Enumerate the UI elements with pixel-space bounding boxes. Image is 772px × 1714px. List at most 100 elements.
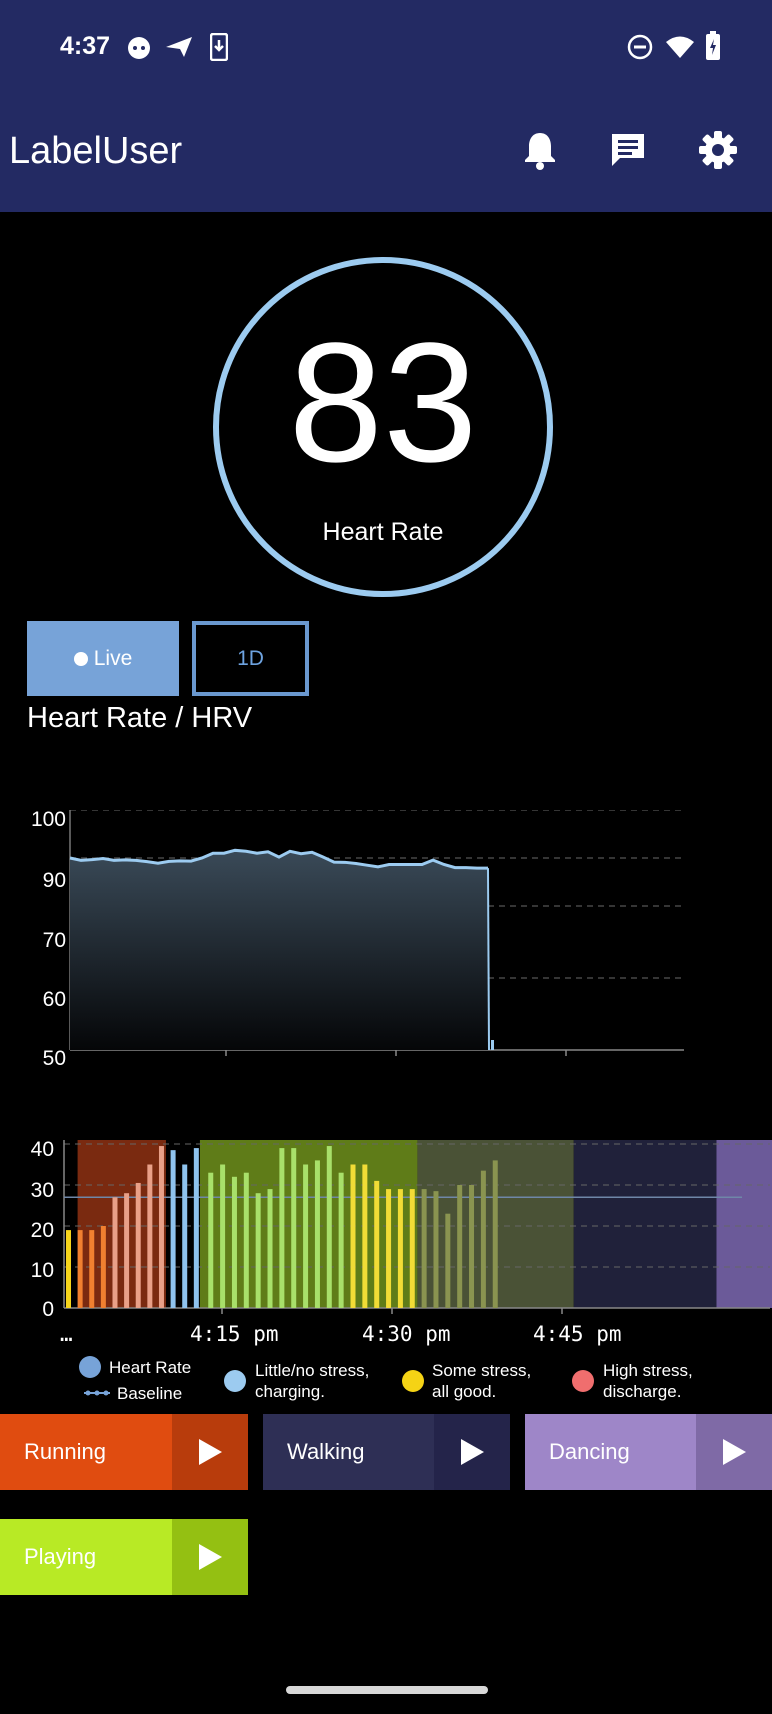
activity-band [716,1140,772,1308]
stress-bar [480,1170,486,1308]
stress-bar [469,1185,475,1308]
chart-title: Heart Rate / HRV [27,702,253,734]
stress-y-tick: 30 [30,1179,54,1202]
legend-baseline: Baseline [117,1384,183,1403]
heart-rate-label: Heart Rate [322,518,444,546]
do-not-disturb-icon [626,33,654,61]
heart-rate-area [70,850,488,1050]
stress-bar [421,1189,427,1308]
legend-little-stress-dot [224,1370,246,1392]
tab-1d[interactable]: 1D [192,621,309,696]
app-title: LabelUser [9,130,183,172]
stress-x-tick: 4:15 pm [190,1322,279,1346]
stress-bar [170,1150,176,1308]
stress-bar [193,1148,199,1308]
stress-bar [386,1189,392,1308]
hr-y-tick: 100 [30,808,66,831]
send-icon [163,33,195,61]
activity-label: Dancing [549,1439,630,1464]
tab-1d-label: 1D [237,646,264,670]
play-icon[interactable] [172,1519,248,1595]
battery-charging-icon [704,30,722,62]
stress-bar [208,1172,214,1308]
status-time: 4:37 [60,32,111,60]
heart-rate-chart [69,810,684,1056]
stress-bar [433,1191,439,1308]
legend-baseline-icon [84,1390,110,1396]
stress-bar [279,1148,285,1308]
activity-dancing-button[interactable]: Dancing [525,1414,772,1490]
heart-rate-point [491,1040,494,1050]
heart-rate-drop [487,868,490,1051]
legend-little-stress: Little/no stress, charging. [255,1361,370,1401]
stress-bar [409,1189,415,1308]
message-icon[interactable] [606,128,650,172]
app-bar: LabelUser [0,96,772,212]
legend-some-stress-dot [402,1370,424,1392]
legend-high-stress-dot [572,1370,594,1392]
activity-label: Playing [24,1544,97,1569]
stress-bar [66,1230,71,1308]
wifi-icon [664,33,696,61]
stress-bar [220,1164,226,1308]
gear-icon[interactable] [696,128,740,172]
bell-icon[interactable] [518,128,562,172]
stress-bar [255,1193,261,1308]
tab-live[interactable]: Live [27,621,179,696]
stress-bar [243,1172,249,1308]
play-icon[interactable] [172,1414,248,1490]
stress-bar [231,1176,237,1308]
stress-bar [158,1146,164,1308]
activity-walking-button[interactable]: Walking [263,1414,510,1490]
stress-x-tick: 4:45 pm [533,1322,622,1346]
hr-y-tick: 70 [42,929,66,952]
stress-y-tick: 10 [30,1259,54,1282]
activity-playing-button[interactable]: Playing [0,1519,248,1595]
stress-bar [397,1189,403,1308]
stress-bar [89,1230,95,1308]
hr-y-tick: 90 [42,869,66,892]
heart-rate-value: 83 [288,308,478,498]
stress-bar [350,1164,356,1308]
hr-y-tick: 60 [42,988,66,1011]
stress-chart [63,1140,772,1314]
status-bar: 4:37 [0,0,772,96]
stress-x-tick: … [60,1322,73,1346]
stress-bar [112,1197,118,1308]
legend-some-stress: Some stress, all good. [432,1361,532,1401]
play-icon[interactable] [434,1414,510,1490]
stress-bar [457,1185,463,1308]
stress-bar [492,1160,498,1308]
download-icon [208,32,230,62]
stress-bar [374,1180,380,1308]
tab-live-label: Live [93,646,133,670]
stress-y-tick: 40 [30,1138,54,1161]
stress-bar [326,1146,332,1308]
activity-label: Running [24,1439,106,1464]
stress-x-tick: 4:30 pm [362,1322,451,1346]
stress-bar [147,1164,153,1308]
activity-running-button[interactable]: Running [0,1414,248,1490]
legend-heart-rate: Heart Rate [109,1358,192,1377]
cat-face-icon [125,33,153,61]
stress-bar [135,1182,141,1308]
stress-bar [314,1160,320,1308]
stress-bar [182,1164,188,1308]
activity-label: Walking [287,1439,365,1464]
activity-band [573,1140,717,1308]
hr-y-tick: 50 [42,1047,66,1070]
legend-heart-rate-dot [79,1356,101,1378]
home-indicator[interactable] [286,1686,488,1694]
stress-bar [124,1193,130,1308]
stress-bar [100,1226,106,1308]
live-dot-icon [73,651,88,666]
play-icon[interactable] [696,1414,772,1490]
stress-bar [445,1213,451,1308]
legend-high-stress: High stress, discharge. [603,1361,693,1401]
stress-bar [267,1189,273,1308]
stress-bar [291,1148,297,1308]
stress-y-tick: 20 [30,1219,54,1242]
stress-bar [338,1172,344,1308]
stress-bar [77,1230,83,1308]
stress-y-tick: 0 [42,1298,54,1321]
